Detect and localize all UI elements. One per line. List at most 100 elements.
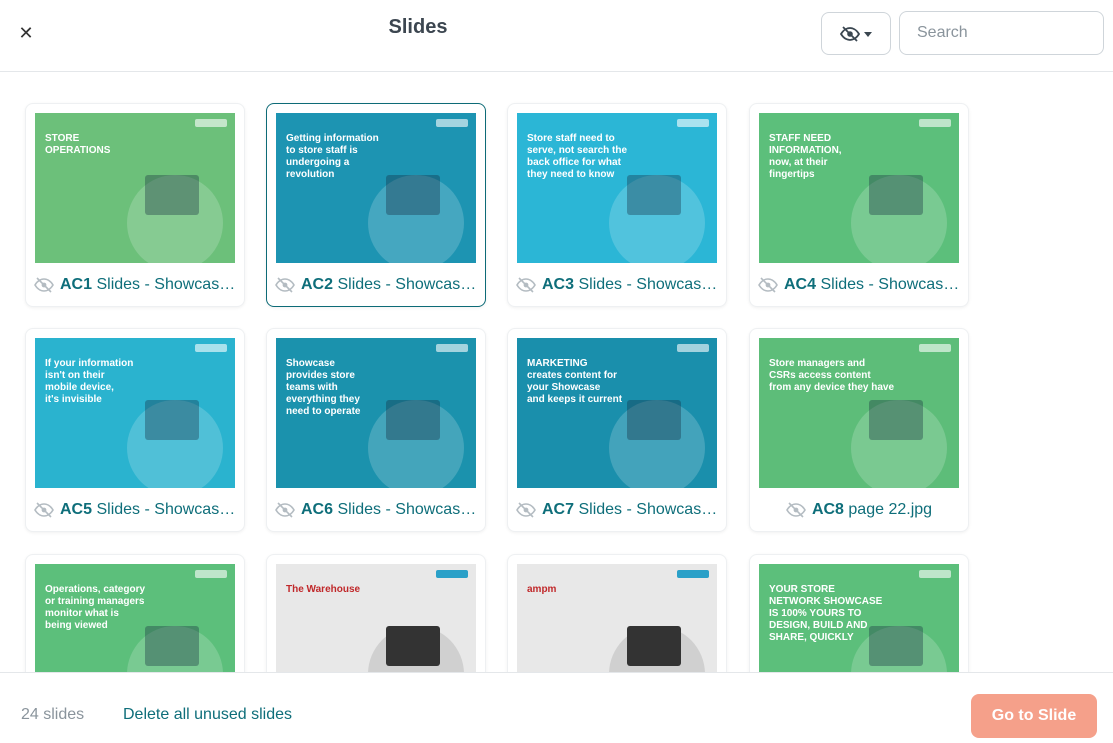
hidden-eye-icon [516,502,536,518]
close-icon[interactable]: ✕ [14,22,38,46]
thumbnail-text: mobile device, [45,382,114,393]
slide-card[interactable]: Showcase provides store teams with everythi… [266,328,486,532]
thumbnail-text: undergoing a [286,157,350,168]
slide-code: AC8 [811,501,844,518]
slide-title: AC8 page 22.jpg [812,501,932,519]
slide-card[interactable]: Store managers and CSRs access content fro… [749,328,969,532]
thumbnail-text: Getting information [286,133,379,144]
search-input[interactable] [899,11,1104,55]
thumbnail-text: Showcase [286,358,335,369]
slide-code: AC5 [60,501,93,518]
slide-thumbnail: STORE OPERATIONS [35,113,235,263]
thumbnail-text: creates content for [527,370,617,381]
slide-card[interactable]: MARKETING creates content for your Showcas… [507,328,727,532]
thumbnail-text: serve, not search the [527,145,627,156]
slide-card[interactable]: YOUR STORE NETWORK SHOWCASE IS 100% YOURS … [749,554,969,672]
thumbnail-text: it's invisible [45,394,102,405]
thumbnail-text: and keeps it current [527,394,623,405]
delete-unused-slides-link[interactable]: Delete all unused slides [123,706,292,724]
slide-label: AC2 Slides - Showcase Workshop AC2.jpg [275,274,477,296]
eye-slash-icon [840,25,860,42]
thumbnail-text: INFORMATION, [769,145,842,156]
slide-card[interactable]: Operations, category or training managers… [25,554,245,672]
slide-card[interactable]: ampm [507,554,727,672]
hidden-eye-icon [516,277,536,293]
chevron-down-icon [864,32,872,37]
slide-thumbnail: If your information isn't on their mobile … [35,338,235,488]
slide-thumbnail: ampm [517,564,717,672]
slide-code: AC1 [60,276,93,293]
thumbnail-text: to store staff is [286,145,358,156]
slide-title: AC3 Slides - Showcase Workshop AC3.jpg [542,276,718,294]
thumbnail-text: ampm [527,584,557,595]
thumbnail-text: monitor what is [45,608,119,619]
thumbnail-text: STAFF NEED [769,133,831,144]
slide-label: AC3 Slides - Showcase Workshop AC3.jpg [516,274,718,296]
thumbnail-text: DESIGN, BUILD AND [769,620,868,631]
thumbnail-text: isn't on their [45,370,105,381]
thumbnail-text: from any device they have [769,382,894,393]
slide-code: AC4 [784,276,817,293]
thumbnail-text: Store staff need to [527,133,615,144]
slide-code: AC3 [542,276,575,293]
slide-card[interactable]: The Warehouse [266,554,486,672]
thumbnail-text: back office for what [527,157,622,168]
thumbnail-text: your Showcase [527,382,601,393]
slide-card[interactable]: STAFF NEED INFORMATION, now, at their finge… [749,103,969,307]
thumbnail-text: Store managers and [769,358,865,369]
visibility-filter-button[interactable] [821,12,891,55]
thumbnail-text: CSRs access content [769,370,871,381]
slide-thumbnail: Showcase provides store teams with everythi… [276,338,476,488]
go-to-slide-button[interactable]: Go to Slide [971,694,1097,738]
slide-card[interactable]: If your information isn't on their mobile … [25,328,245,532]
hidden-eye-icon [758,277,778,293]
thumbnail-text: teams with [286,382,338,393]
slide-title: AC6 Slides - Showcase Workshop AC6.jpg [301,501,477,519]
slide-label: AC6 Slides - Showcase Workshop AC6.jpg [275,499,477,521]
thumbnail-text: STORE [45,133,80,144]
thumbnail-text: being viewed [45,620,108,631]
slide-label: AC4 Slides - Showcase Workshop AC4.jpg [758,274,960,296]
slide-name: Slides - Showcase Workshop AC4.jpg [820,276,960,293]
page-title: Slides [388,16,448,38]
slides-grid: STOREOPERATIONS AC1 Slides - Showcase Wor… [0,72,1113,672]
slide-thumbnail: MARKETING creates content for your Showcas… [517,338,717,488]
slide-name: Slides - Showcase Workshop AC3.jpg [578,276,718,293]
slide-name: Slides - Showcase Workshop AC1.jpg [96,276,236,293]
footer: 24 slides Delete all unused slides Go to… [0,672,1113,743]
thumbnail-text: NETWORK SHOWCASE [769,596,883,607]
slide-label: AC7 Slides - Showcase Workshop AC7.jpg [516,499,718,521]
slide-thumbnail: Operations, category or training managers… [35,564,235,672]
thumbnail-text: or training managers [45,596,145,607]
hidden-eye-icon [786,502,806,518]
header: ✕ Slides [0,0,1113,72]
slide-card[interactable]: STOREOPERATIONS AC1 Slides - Showcase Wor… [25,103,245,307]
slide-name: page 22.jpg [848,501,933,518]
slide-title: AC5 Slides - Showcase Workshop AC5.jpg [60,501,236,519]
slide-card[interactable]: Store staff need to serve, not search the… [507,103,727,307]
thumbnail-text: fingertips [769,169,815,180]
slide-title: AC4 Slides - Showcase Workshop AC4.jpg [784,276,960,294]
slide-name: Slides - Showcase Workshop AC6.jpg [337,501,477,518]
slide-title: AC2 Slides - Showcase Workshop AC2.jpg [301,276,477,294]
slide-title: AC7 Slides - Showcase Workshop AC7.jpg [542,501,718,519]
slide-code: AC6 [301,501,334,518]
thumbnail-text: provides store [286,370,355,381]
thumbnail-text: IS 100% YOURS TO [769,608,862,619]
slide-label: AC1 Slides - Showcase Workshop AC1.jpg [34,274,236,296]
hidden-eye-icon [275,502,295,518]
thumbnail-text: If your information [45,358,133,369]
slide-title: AC1 Slides - Showcase Workshop AC1.jpg [60,276,236,294]
thumbnail-text: revolution [286,169,334,180]
thumbnail-text: OPERATIONS [45,145,111,156]
slide-count: 24 slides [21,706,85,723]
slide-card[interactable]: Getting information to store staff is unde… [266,103,486,307]
thumbnail-text: SHARE, QUICKLY [769,632,854,643]
hidden-eye-icon [34,277,54,293]
slide-label: AC5 Slides - Showcase Workshop AC5.jpg [34,499,236,521]
hidden-eye-icon [275,277,295,293]
thumbnail-text: The Warehouse [286,584,361,595]
slide-thumbnail: YOUR STORE NETWORK SHOWCASE IS 100% YOURS … [759,564,959,672]
slide-code: AC2 [301,276,334,293]
thumbnail-text: everything they [286,394,360,405]
